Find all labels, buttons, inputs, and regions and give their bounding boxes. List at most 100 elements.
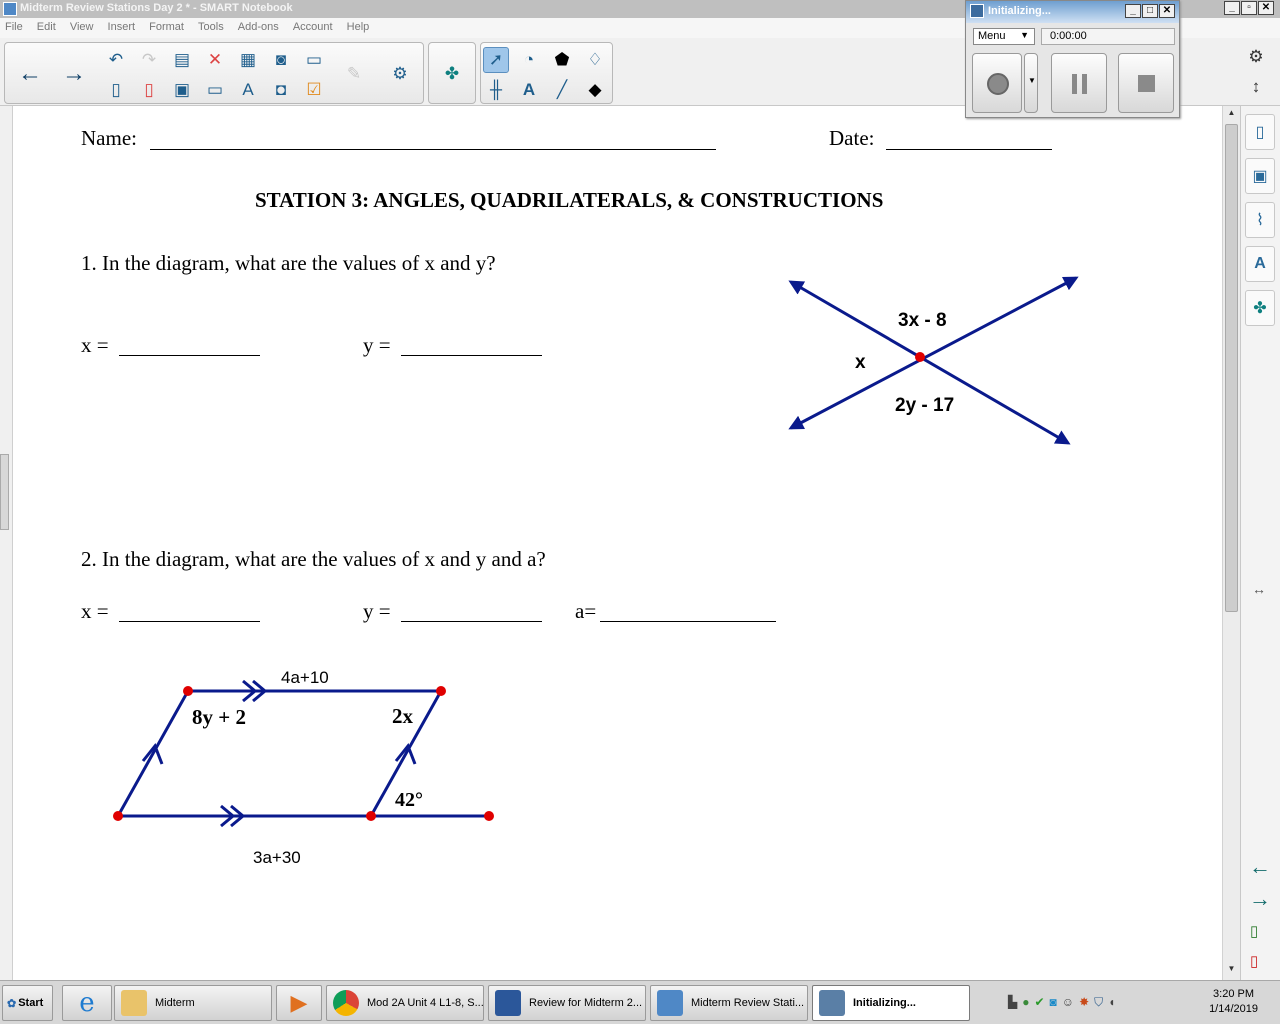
toolbar-group-tools: ➚ ◔ ⬟ ♢ ╫ A ╱ ◆ bbox=[480, 42, 613, 104]
toolbar-group-main: ← → ↶ ↷ ▤ ✕ ▦ ◙ ▭ ▯ ▯ ▣ ▭ A ◘ ☑ ✎ ⚙ bbox=[4, 42, 424, 104]
delete-page-side-icon[interactable]: ▯ bbox=[1250, 952, 1258, 970]
properties-icon[interactable]: ⚙ bbox=[387, 61, 413, 87]
diagram-2-parallelogram[interactable]: 4a+10 8y + 2 2x 42° 3a+30 bbox=[103, 661, 523, 866]
add-page-icon[interactable]: ▯ bbox=[103, 77, 129, 103]
menu-add-ons[interactable]: Add-ons bbox=[233, 18, 285, 33]
sync-tray-icon[interactable]: ◙ bbox=[1050, 995, 1057, 1010]
page-vertical-scrollbar[interactable]: ▲ ▼ bbox=[1222, 106, 1240, 980]
menu-file[interactable]: File bbox=[0, 18, 29, 33]
name-blank-line bbox=[150, 149, 716, 150]
app-tray-icon[interactable]: ☺ bbox=[1062, 995, 1074, 1010]
text-tool-icon[interactable]: A bbox=[516, 77, 542, 103]
next-page-icon[interactable]: → bbox=[61, 60, 87, 87]
resize-panel-icon[interactable]: ↔ bbox=[1252, 581, 1266, 597]
pens-tool-icon[interactable]: ╫ bbox=[483, 77, 509, 103]
chrome-icon bbox=[333, 990, 359, 1016]
q1-x-label: x = bbox=[81, 333, 109, 357]
shield-icon[interactable]: ⛉ bbox=[1094, 995, 1103, 1010]
menu-view[interactable]: View bbox=[65, 18, 100, 33]
security-tray-icon[interactable]: ● bbox=[1022, 995, 1029, 1010]
minimize-button[interactable]: _ bbox=[1224, 1, 1240, 15]
previous-page-side-icon[interactable]: ← bbox=[1249, 854, 1271, 880]
scroll-up-arrow-icon[interactable]: ▲ bbox=[1225, 108, 1238, 122]
delete-icon[interactable]: ✕ bbox=[202, 47, 228, 73]
chevron-down-icon: ▼ bbox=[1020, 30, 1029, 40]
panel-grip-handle[interactable] bbox=[0, 454, 9, 530]
gallery-icon[interactable]: ▣ bbox=[1245, 158, 1275, 194]
record-button[interactable] bbox=[972, 53, 1022, 113]
screen-shade-icon[interactable]: ▭ bbox=[301, 47, 327, 73]
magic-pen-icon[interactable]: ♢ bbox=[582, 47, 608, 73]
full-screen-icon[interactable]: ▭ bbox=[202, 77, 228, 103]
paste-icon[interactable]: ▤ bbox=[169, 47, 195, 73]
taskbar-item-smart-notebook[interactable]: Midterm Review Stati... bbox=[650, 985, 808, 1021]
diagram-1-intersecting-lines[interactable]: 3x - 8 x 2y - 17 bbox=[778, 266, 1098, 451]
line-tool-icon[interactable]: ╱ bbox=[549, 77, 575, 103]
recorder-window: Initializing... _ □ ✕ Menu ▼ 0:00:00 ▼ bbox=[965, 0, 1180, 118]
eraser-tool-icon[interactable]: ◆ bbox=[582, 77, 608, 103]
media-player-button[interactable]: ▶ bbox=[276, 985, 322, 1021]
addons-puzzle-icon[interactable]: ✤ bbox=[439, 61, 465, 87]
menu-help[interactable]: Help bbox=[342, 18, 376, 33]
recorder-close-button[interactable]: ✕ bbox=[1159, 4, 1175, 18]
insert-table-icon[interactable]: ▦ bbox=[235, 47, 261, 73]
scrollbar-thumb[interactable] bbox=[1225, 124, 1238, 612]
document-camera-icon[interactable]: ◘ bbox=[268, 77, 294, 103]
addons-panel-icon[interactable]: ✤ bbox=[1245, 290, 1275, 326]
pause-button[interactable] bbox=[1051, 53, 1107, 113]
undo-icon[interactable]: ↶ bbox=[103, 47, 129, 73]
maximize-button[interactable]: ▫ bbox=[1241, 1, 1257, 15]
save-icon[interactable]: ▣ bbox=[169, 77, 195, 103]
pen-settings-icon[interactable]: ✎ bbox=[341, 61, 367, 87]
menu-tools[interactable]: Tools bbox=[193, 18, 230, 33]
scroll-down-arrow-icon[interactable]: ▼ bbox=[1225, 964, 1238, 978]
move-toolbar-icon[interactable]: ↕ bbox=[1243, 74, 1269, 100]
recorder-time-display: 0:00:00 bbox=[1041, 28, 1175, 45]
menu-format[interactable]: Format bbox=[144, 18, 190, 33]
next-page-side-icon[interactable]: → bbox=[1249, 886, 1271, 912]
date-blank-line bbox=[886, 149, 1052, 150]
taskbar-item-word[interactable]: Review for Midterm 2... bbox=[488, 985, 646, 1021]
taskbar-item-midterm[interactable]: Midterm bbox=[114, 985, 272, 1021]
fill-tool-icon[interactable]: ⬟ bbox=[549, 47, 575, 73]
pause-icon-bar bbox=[1082, 74, 1087, 94]
taskbar-item-recorder[interactable]: Initializing... bbox=[812, 985, 970, 1021]
vertex-bottom-right bbox=[366, 811, 376, 821]
menu-edit[interactable]: Edit bbox=[32, 18, 62, 33]
q2-a-label: a= bbox=[575, 599, 597, 623]
page-sorter-icon[interactable]: ▯ bbox=[1245, 114, 1275, 150]
recorder-minimize-button[interactable]: _ bbox=[1125, 4, 1141, 18]
recorder-menu-dropdown[interactable]: Menu ▼ bbox=[973, 28, 1035, 45]
previous-page-icon[interactable]: ← bbox=[17, 60, 43, 87]
start-button[interactable]: ✿ Start bbox=[2, 985, 53, 1021]
taskbar-item-label: Midterm bbox=[155, 997, 195, 1009]
volume-icon[interactable]: ◖ bbox=[1108, 995, 1115, 1010]
alert-tray-icon[interactable]: ✸ bbox=[1079, 995, 1089, 1010]
start-label: Start bbox=[18, 997, 44, 1009]
menu-account[interactable]: Account bbox=[288, 18, 339, 33]
internet-explorer-button[interactable]: e bbox=[62, 985, 112, 1021]
stop-button[interactable] bbox=[1118, 53, 1174, 113]
menu-insert[interactable]: Insert bbox=[103, 18, 142, 33]
delete-page-icon[interactable]: ▯ bbox=[136, 77, 162, 103]
toolbar-settings-icon[interactable]: ⚙ bbox=[1243, 44, 1269, 70]
taskbar-item-label: Midterm Review Stati... bbox=[691, 997, 805, 1009]
response-icon[interactable]: ☑ bbox=[301, 77, 327, 103]
update-tray-icon[interactable]: ✔ bbox=[1034, 995, 1044, 1010]
close-button[interactable]: ✕ bbox=[1258, 1, 1274, 15]
recorder-maximize-button[interactable]: □ bbox=[1142, 4, 1158, 18]
screen-capture-icon[interactable]: ◙ bbox=[268, 47, 294, 73]
record-options-button[interactable]: ▼ bbox=[1024, 53, 1038, 113]
redo-icon[interactable]: ↷ bbox=[136, 47, 162, 73]
diagram-1-label-left: x bbox=[855, 352, 866, 373]
taskbar-clock[interactable]: 3:20 PM 1/14/2019 bbox=[1209, 987, 1258, 1017]
add-page-side-icon[interactable]: ▯ bbox=[1250, 922, 1258, 940]
properties-panel-icon[interactable]: A bbox=[1245, 246, 1275, 282]
taskbar-item-chrome[interactable]: Mod 2A Unit 4 L1-8, S... bbox=[326, 985, 484, 1021]
network-tray-icon[interactable]: ▙ bbox=[1008, 995, 1017, 1010]
select-tool-icon[interactable]: ➚ bbox=[483, 47, 509, 73]
show-hide-text-icon[interactable]: A bbox=[235, 77, 261, 103]
attachments-icon[interactable]: ⌇ bbox=[1245, 202, 1275, 238]
folder-icon bbox=[121, 990, 147, 1016]
shapes-tool-icon[interactable]: ◔ bbox=[516, 47, 542, 73]
